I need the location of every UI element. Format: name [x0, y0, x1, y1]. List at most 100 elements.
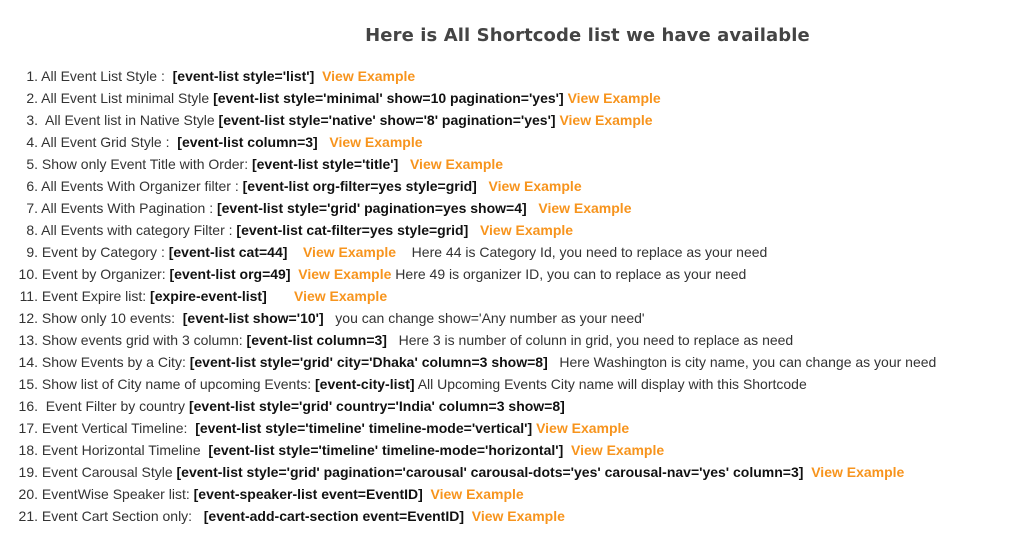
shortcode-item: 7. All Events With Pagination : [event-l…	[0, 197, 936, 219]
item-description: EventWise Speaker list:	[38, 486, 194, 502]
item-number: 8.	[26, 222, 38, 238]
view-example-link[interactable]: View Example	[472, 508, 565, 524]
view-example-link[interactable]: View Example	[559, 112, 652, 128]
view-example-link[interactable]: View Example	[329, 134, 422, 150]
item-description: Show only Event Title with Order:	[38, 156, 252, 172]
item-description: All Events With Organizer filter :	[38, 178, 243, 194]
item-number: 6.	[26, 178, 38, 194]
shortcode-item: 9. Event by Category : [event-list cat=4…	[0, 241, 936, 263]
shortcode-text: [expire-event-list]	[150, 288, 267, 304]
item-description: All Event List minimal Style	[38, 90, 214, 106]
shortcode-text: [event-city-list]	[315, 376, 415, 392]
item-description: Show only 10 events:	[38, 310, 183, 326]
item-description: Event Filter by country	[38, 398, 189, 414]
shortcode-item: 16. Event Filter by country [event-list …	[0, 395, 936, 417]
shortcode-text: [event-list style='native' show='8' pagi…	[218, 112, 556, 128]
view-example-link[interactable]: View Example	[488, 178, 581, 194]
shortcode-text: [event-list style='grid' city='Dhaka' co…	[189, 354, 548, 370]
view-example-link[interactable]: View Example	[480, 222, 573, 238]
view-example-link[interactable]: View Example	[538, 200, 631, 216]
shortcode-text: [event-add-cart-section event=EventID]	[203, 508, 464, 524]
item-note: you can change show='Any number as your …	[323, 310, 645, 326]
item-number: 11.	[19, 288, 38, 304]
item-note: Here Washington is city name, you can ch…	[547, 354, 937, 370]
item-number: 20.	[18, 486, 38, 502]
shortcode-text: [event-speaker-list event=EventID]	[193, 486, 423, 502]
item-number: 13.	[18, 332, 38, 348]
view-example-link[interactable]: View Example	[568, 90, 661, 106]
item-description: All Event list in Native Style	[38, 112, 219, 128]
shortcode-item: 1. All Event List Style : [event-list st…	[0, 65, 936, 87]
shortcode-item: 2. All Event List minimal Style [event-l…	[0, 87, 936, 109]
shortcode-text: [event-list style='title']	[251, 156, 399, 172]
view-example-link[interactable]: View Example	[322, 68, 415, 84]
item-description: All Event List Style :	[38, 68, 173, 84]
item-description: Show events grid with 3 column:	[38, 332, 247, 348]
shortcode-item: 8. All Events with category Filter : [ev…	[0, 219, 936, 241]
shortcode-item: 21. Event Cart Section only: [event-add-…	[0, 505, 936, 527]
item-number: 2.	[26, 90, 38, 106]
item-number: 3.	[26, 112, 38, 128]
shortcode-item: 3. All Event list in Native Style [event…	[0, 109, 936, 131]
shortcode-text: [event-list org=49]	[169, 266, 291, 282]
item-number: 14.	[18, 354, 38, 370]
item-description: All Event Grid Style :	[38, 134, 178, 150]
view-example-link[interactable]: View Example	[410, 156, 503, 172]
view-example-link[interactable]: View Example	[303, 244, 396, 260]
item-description: Event by Category :	[38, 244, 169, 260]
item-number: 7.	[26, 200, 38, 216]
item-description: All Events with category Filter :	[38, 222, 237, 238]
shortcode-text: [event-list style='grid' pagination='car…	[176, 464, 804, 480]
item-description: All Events With Pagination :	[38, 200, 217, 216]
item-description: Event Expire list:	[38, 288, 151, 304]
view-example-link[interactable]: View Example	[571, 442, 664, 458]
item-description: Event Cart Section only:	[38, 508, 204, 524]
view-example-link[interactable]: View Example	[294, 288, 387, 304]
item-number: 21.	[18, 508, 38, 524]
view-example-link[interactable]: View Example	[298, 266, 391, 282]
item-description: Event Horizontal Timeline	[38, 442, 209, 458]
item-number: 12.	[18, 310, 38, 326]
shortcode-item: 18. Event Horizontal Timeline [event-lis…	[0, 439, 936, 461]
shortcode-text: [event-list cat=44]	[168, 244, 288, 260]
shortcode-text: [event-list org-filter=yes style=grid]	[242, 178, 477, 194]
view-example-link[interactable]: View Example	[811, 464, 904, 480]
item-description: Event Vertical Timeline:	[38, 420, 196, 436]
view-example-link[interactable]: View Example	[431, 486, 524, 502]
item-description: Event Carousal Style	[38, 464, 177, 480]
shortcode-item: 14. Show Events by a City: [event-list s…	[0, 351, 937, 373]
item-number: 4.	[26, 134, 38, 150]
item-number: 9.	[26, 244, 38, 260]
item-number: 18.	[18, 442, 38, 458]
shortcode-item: 17. Event Vertical Timeline: [event-list…	[0, 417, 936, 439]
shortcode-text: [event-list column=3]	[177, 134, 318, 150]
shortcode-text: [event-list column=3]	[246, 332, 387, 348]
item-note: Here 3 is number of colunn in grid, you …	[386, 332, 794, 348]
item-number: 5.	[26, 156, 38, 172]
shortcode-item: 10. Event by Organizer: [event-list org=…	[0, 263, 936, 285]
shortcode-list: 1. All Event List Style : [event-list st…	[0, 65, 937, 527]
shortcode-item: 4. All Event Grid Style : [event-list co…	[0, 131, 936, 153]
shortcode-text: [event-list style='timeline' timeline-mo…	[208, 442, 564, 458]
shortcode-item: 20. EventWise Speaker list: [event-speak…	[0, 483, 936, 505]
shortcode-text: [event-list show='10']	[182, 310, 324, 326]
item-description: Event by Organizer:	[38, 266, 170, 282]
shortcode-text: [event-list cat-filter=yes style=grid]	[236, 222, 469, 238]
item-note: All Upcoming Events City name will displ…	[414, 376, 807, 392]
shortcode-item: 13. Show events grid with 3 column: [eve…	[0, 329, 936, 351]
view-example-link[interactable]: View Example	[536, 420, 629, 436]
item-number: 17.	[18, 420, 38, 436]
shortcode-item: 15. Show list of City name of upcoming E…	[0, 373, 936, 395]
item-note: Here 49 is organizer ID, you can to repl…	[391, 266, 747, 282]
item-number: 19.	[18, 464, 38, 480]
